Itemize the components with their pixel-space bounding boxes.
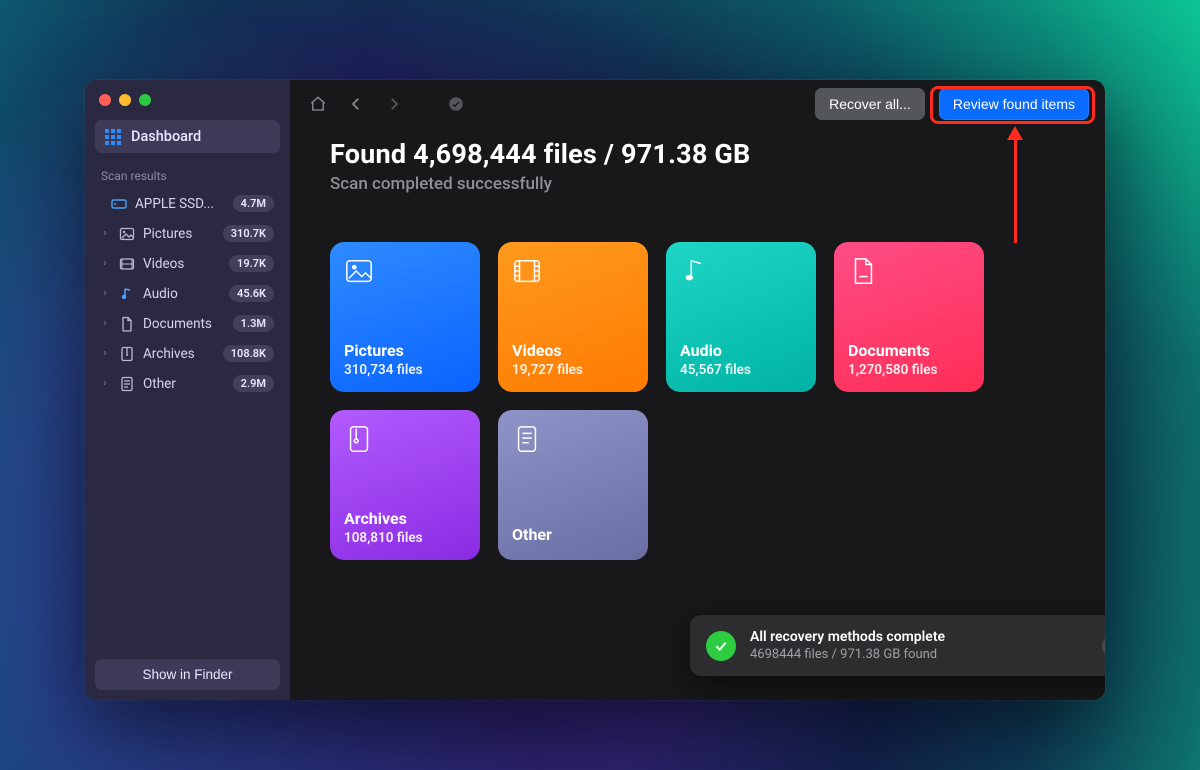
card-documents[interactable]: Documents 1,270,580 files xyxy=(834,242,984,392)
nav-archives[interactable]: › Archives 108.8K xyxy=(95,339,280,368)
sidebar: Dashboard Scan results APPLE SSD... 4.7M… xyxy=(85,80,290,700)
card-subtitle: 19,727 files xyxy=(512,362,634,378)
toast-title: All recovery methods complete xyxy=(750,629,1088,645)
card-subtitle: 45,567 files xyxy=(680,362,802,378)
checkmark-circle-icon[interactable] xyxy=(444,92,468,116)
close-window-button[interactable] xyxy=(99,94,111,106)
pictures-icon xyxy=(119,226,135,242)
card-audio[interactable]: Audio 45,567 files xyxy=(666,242,816,392)
dashboard-button[interactable]: Dashboard xyxy=(95,120,280,153)
nav-audio[interactable]: › Audio 45.6K xyxy=(95,279,280,308)
nav-other[interactable]: › Other 2.9M xyxy=(95,369,280,398)
page-subtitle: Scan completed successfully xyxy=(330,174,1065,194)
back-icon[interactable] xyxy=(344,92,368,116)
card-title: Documents xyxy=(848,341,970,360)
nav-item-label: Videos xyxy=(143,256,221,272)
card-subtitle: 1,270,580 files xyxy=(848,362,970,378)
archives-icon xyxy=(344,424,374,454)
toolbar: Recover all... Review found items xyxy=(290,80,1105,128)
card-title: Pictures xyxy=(344,341,466,360)
documents-icon xyxy=(848,256,878,286)
nav-item-count: 45.6K xyxy=(229,285,274,302)
nav-drive[interactable]: APPLE SSD... 4.7M xyxy=(95,189,280,218)
toast-subtitle: 4698444 files / 971.38 GB found xyxy=(750,647,1088,662)
other-icon xyxy=(512,424,542,454)
show-in-finder-button[interactable]: Show in Finder xyxy=(95,659,280,690)
nav-item-label: Documents xyxy=(143,316,225,332)
nav-item-label: Audio xyxy=(143,286,221,302)
chevron-right-icon: › xyxy=(99,378,111,389)
card-title: Audio xyxy=(680,341,802,360)
home-icon[interactable] xyxy=(306,92,330,116)
card-title: Videos xyxy=(512,341,634,360)
card-title: Other xyxy=(512,525,634,544)
scan-results-label: Scan results xyxy=(101,169,274,183)
card-subtitle: 108,810 files xyxy=(344,530,466,546)
nav-item-label: Other xyxy=(143,376,225,392)
success-check-icon xyxy=(706,631,736,661)
card-pictures[interactable]: Pictures 310,734 files xyxy=(330,242,480,392)
forward-icon[interactable] xyxy=(382,92,406,116)
zoom-window-button[interactable] xyxy=(139,94,151,106)
nav-drive-label: APPLE SSD... xyxy=(135,196,225,212)
content: Found 4,698,444 files / 971.38 GB Scan c… xyxy=(290,128,1105,580)
card-videos[interactable]: Videos 19,727 files xyxy=(498,242,648,392)
videos-icon xyxy=(119,256,135,272)
nav-item-label: Archives xyxy=(143,346,215,362)
chevron-right-icon: › xyxy=(99,318,111,329)
other-icon xyxy=(119,376,135,392)
nav-drive-count: 4.7M xyxy=(233,195,274,212)
main-area: Recover all... Review found items Found … xyxy=(290,80,1105,700)
card-other[interactable]: Other xyxy=(498,410,648,560)
nav-item-count: 1.3M xyxy=(233,315,274,332)
nav-pictures[interactable]: › Pictures 310.7K xyxy=(95,219,280,248)
chevron-right-icon: › xyxy=(99,228,111,239)
card-archives[interactable]: Archives 108,810 files xyxy=(330,410,480,560)
review-found-items-button[interactable]: Review found items xyxy=(939,88,1089,120)
category-cards: Pictures 310,734 files Videos 19,727 fil… xyxy=(330,242,1065,560)
dashboard-label: Dashboard xyxy=(131,128,201,145)
nav-list: APPLE SSD... 4.7M › Pictures 310.7K › Vi… xyxy=(95,189,280,398)
chevron-right-icon: › xyxy=(99,288,111,299)
pictures-icon xyxy=(344,256,374,286)
audio-icon xyxy=(119,286,135,302)
nav-documents[interactable]: › Documents 1.3M xyxy=(95,309,280,338)
nav-item-count: 310.7K xyxy=(223,225,274,242)
recover-all-button[interactable]: Recover all... xyxy=(815,88,925,120)
card-subtitle: 310,734 files xyxy=(344,362,466,378)
chevron-right-icon: › xyxy=(99,258,111,269)
app-window: Dashboard Scan results APPLE SSD... 4.7M… xyxy=(85,80,1105,700)
archives-icon xyxy=(119,346,135,362)
nav-item-count: 108.8K xyxy=(223,345,274,362)
nav-item-count: 2.9M xyxy=(233,375,274,392)
minimize-window-button[interactable] xyxy=(119,94,131,106)
drive-icon xyxy=(111,196,127,212)
card-title: Archives xyxy=(344,509,466,528)
audio-icon xyxy=(680,256,710,286)
videos-icon xyxy=(512,256,542,286)
toast-close-button[interactable]: ✕ xyxy=(1102,635,1105,657)
nav-item-label: Pictures xyxy=(143,226,215,242)
documents-icon xyxy=(119,316,135,332)
page-title: Found 4,698,444 files / 971.38 GB xyxy=(330,138,1065,170)
nav-item-count: 19.7K xyxy=(229,255,274,272)
nav-videos[interactable]: › Videos 19.7K xyxy=(95,249,280,278)
toast-notification: All recovery methods complete 4698444 fi… xyxy=(690,615,1105,676)
dashboard-icon xyxy=(105,129,121,145)
window-controls xyxy=(95,90,280,120)
chevron-right-icon: › xyxy=(99,348,111,359)
